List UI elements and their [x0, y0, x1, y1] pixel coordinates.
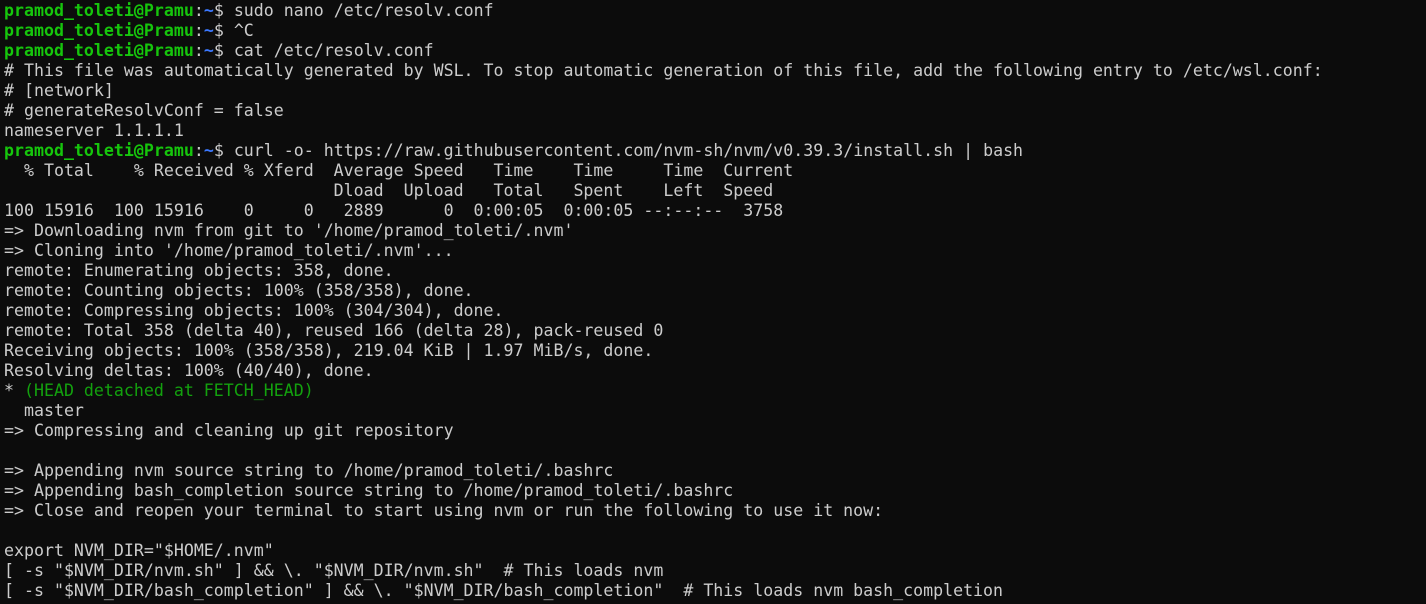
output-line: export NVM_DIR="$HOME/.nvm" — [4, 541, 274, 560]
output-line: Dload Upload Total Spent Left Speed — [4, 181, 774, 200]
output-line: => Close and reopen your terminal to sta… — [4, 501, 884, 520]
output-line: remote: Total 358 (delta 40), reused 166… — [4, 321, 664, 340]
prompt-userhost: pramod_toleti@Pramu — [4, 41, 194, 60]
prompt-separator: : — [193, 41, 204, 60]
git-branch-line: * (HEAD detached at FETCH_HEAD) — [4, 381, 1426, 401]
prompt-symbol: $ — [213, 21, 234, 40]
output-line: => Appending bash_completion source stri… — [4, 481, 734, 500]
output-line: 100 15916 100 15916 0 0 2889 0 0:00:05 0… — [4, 201, 784, 220]
prompt-symbol: $ — [213, 141, 234, 160]
prompt-line: pramod_toleti@Pramu:~$ cat /etc/resolv.c… — [4, 41, 1426, 61]
output-line: => Compressing and cleaning up git repos… — [4, 421, 454, 440]
prompt-userhost: pramod_toleti@Pramu — [4, 21, 194, 40]
output-line: => Appending nvm source string to /home/… — [4, 461, 614, 480]
prompt-line: pramod_toleti@Pramu:~$ ^C — [4, 21, 1426, 41]
output-line: Resolving deltas: 100% (40/40), done. — [4, 361, 374, 380]
output-line: nameserver 1.1.1.1 — [4, 121, 184, 140]
output-line: [ -s "$NVM_DIR/nvm.sh" ] && \. "$NVM_DIR… — [4, 561, 664, 580]
prompt-separator: : — [193, 21, 204, 40]
output-line: remote: Enumerating objects: 358, done. — [4, 261, 394, 280]
command-text: cat /etc/resolv.conf — [233, 41, 434, 60]
output-line: => Cloning into '/home/pramod_toleti/.nv… — [4, 241, 454, 260]
prompt-line: pramod_toleti@Pramu:~$ sudo nano /etc/re… — [4, 1, 1426, 21]
prompt-separator: : — [193, 141, 204, 160]
prompt-path: ~ — [203, 141, 214, 160]
output-line: => Downloading nvm from git to '/home/pr… — [4, 221, 574, 240]
command-text: ^C — [233, 21, 254, 40]
prompt-path: ~ — [203, 21, 214, 40]
output-line: [ -s "$NVM_DIR/bash_completion" ] && \. … — [4, 581, 1004, 600]
output-line: # [network] — [4, 81, 114, 100]
output-line: Receiving objects: 100% (358/358), 219.0… — [4, 341, 654, 360]
prompt-separator: : — [193, 1, 204, 20]
prompt-path: ~ — [203, 1, 214, 20]
branch-marker: * — [4, 381, 24, 400]
command-text: sudo nano /etc/resolv.conf — [233, 1, 494, 20]
prompt-symbol: $ — [213, 41, 234, 60]
output-line: # This file was automatically generated … — [4, 61, 1323, 80]
output-line: remote: Compressing objects: 100% (304/3… — [4, 301, 504, 320]
output-line: master — [4, 401, 84, 420]
prompt-line: pramod_toleti@Pramu:~$ curl -o- https://… — [4, 141, 1426, 161]
output-line: remote: Counting objects: 100% (358/358)… — [4, 281, 474, 300]
prompt-userhost: pramod_toleti@Pramu — [4, 141, 194, 160]
branch-name: (HEAD detached at FETCH_HEAD) — [23, 381, 314, 400]
command-text: curl -o- https://raw.githubusercontent.c… — [233, 141, 1024, 160]
prompt-path: ~ — [203, 41, 214, 60]
prompt-userhost: pramod_toleti@Pramu — [4, 1, 194, 20]
terminal-window[interactable]: pramod_toleti@Pramu:~$ sudo nano /etc/re… — [0, 0, 1426, 604]
output-line: # generateResolvConf = false — [4, 101, 284, 120]
output-line: % Total % Received % Xferd Average Speed… — [4, 161, 794, 180]
prompt-symbol: $ — [213, 1, 234, 20]
